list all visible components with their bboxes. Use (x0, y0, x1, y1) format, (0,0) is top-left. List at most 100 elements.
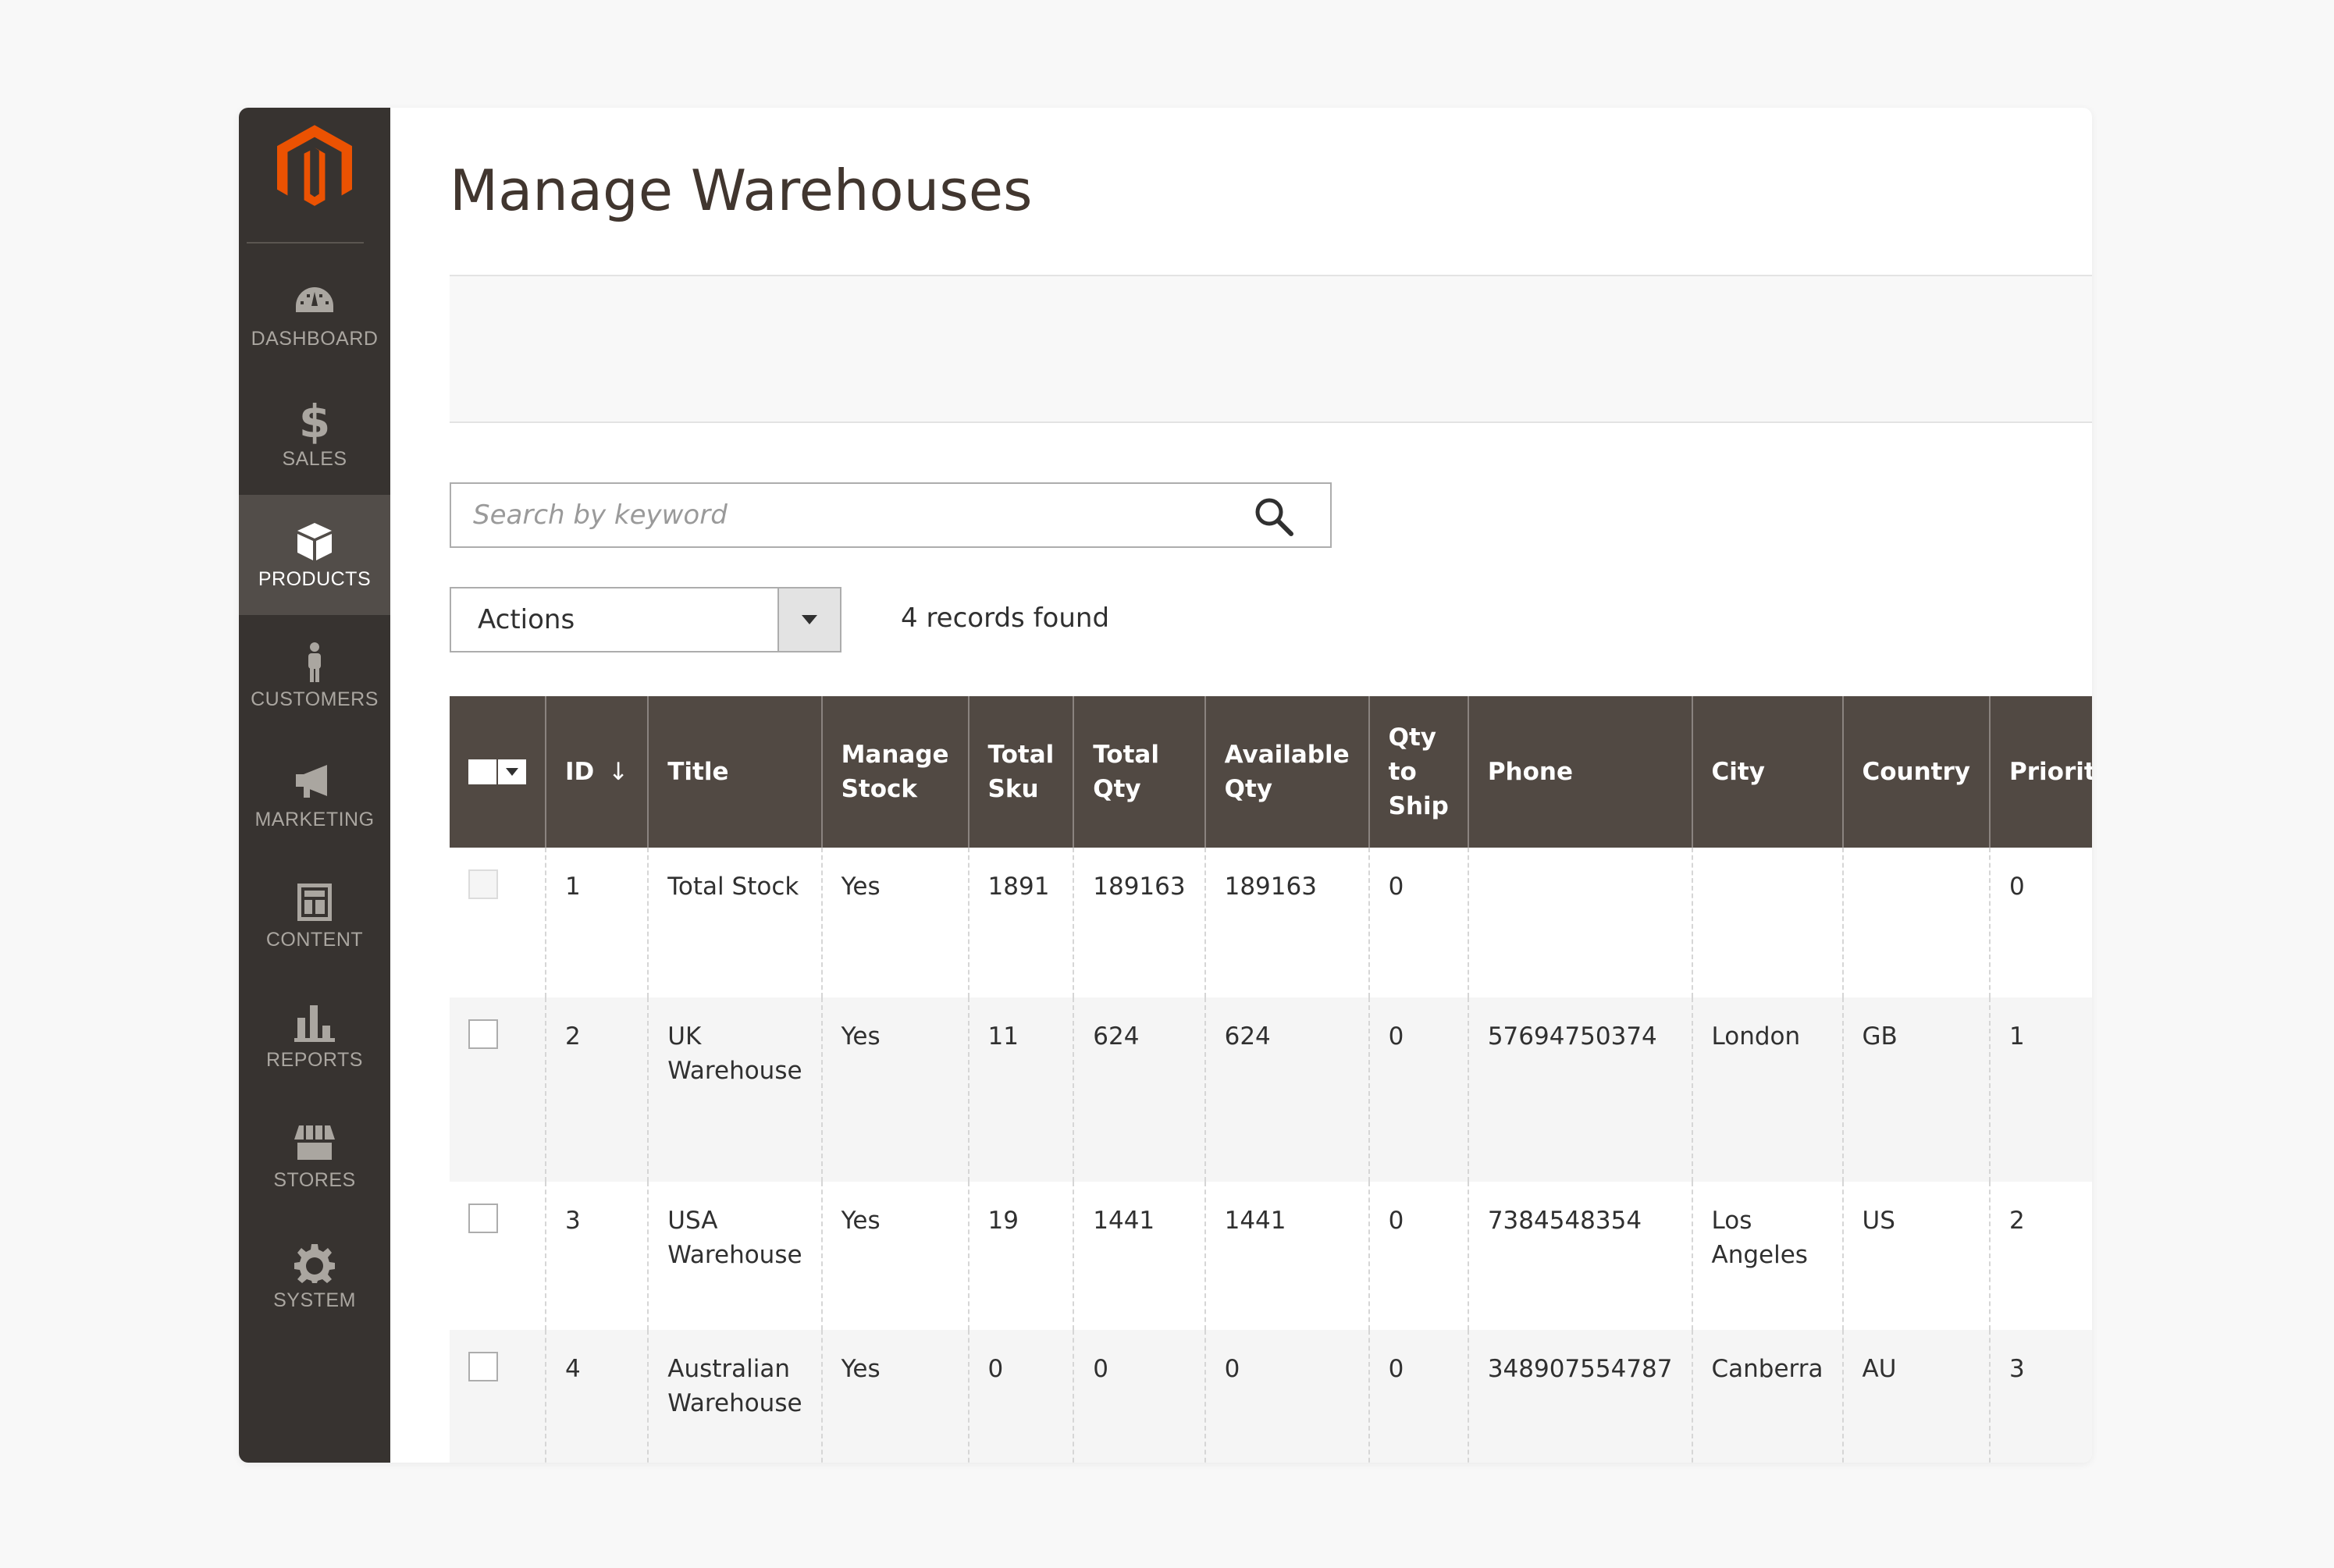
sidebar-item-label: STORES (273, 1168, 356, 1191)
dashboard-icon (291, 279, 338, 323)
table-row[interactable]: 1 Total Stock Yes 1891 189163 189163 0 0 (450, 848, 2092, 997)
gear-icon (291, 1241, 338, 1285)
cell-phone: 57694750374 (1467, 997, 1692, 1182)
column-header-city[interactable]: City (1691, 696, 1843, 848)
cell-total-sku: 1891 (967, 848, 1074, 997)
cell-title: UK Warehouse (647, 997, 822, 1182)
sidebar-item-content[interactable]: CONTENT (239, 855, 390, 976)
column-header-country[interactable]: Country (1841, 696, 1991, 848)
column-header-label: Qty to Ship (1388, 724, 1449, 820)
cell-total-qty: 624 (1073, 997, 1205, 1182)
column-header-label: ID (565, 758, 595, 786)
cell-total-qty: 189163 (1073, 848, 1205, 997)
row-select-cell (450, 997, 546, 1182)
cell-country: AU (1841, 1330, 1991, 1463)
cell-title: USA Warehouse (647, 1182, 822, 1330)
cell-id: 2 (544, 997, 649, 1182)
search-input[interactable] (473, 500, 1222, 531)
sidebar-item-label: CUSTOMERS (251, 688, 379, 710)
cell-phone (1467, 848, 1692, 997)
column-header-total-sku[interactable]: Total Sku (967, 696, 1074, 848)
column-header-qty-to-ship[interactable]: Qty to Ship (1368, 696, 1468, 848)
column-header-available-qty[interactable]: Available Qty (1204, 696, 1369, 848)
megaphone-icon (291, 760, 338, 804)
search-icon[interactable] (1252, 495, 1296, 539)
magento-logo-icon[interactable] (267, 120, 362, 214)
keyword-search (450, 482, 1332, 548)
chevron-down-icon (802, 615, 817, 624)
sidebar-item-label: REPORTS (266, 1048, 363, 1071)
table-row[interactable]: 3 USA Warehouse Yes 19 1441 1441 0 73845… (450, 1182, 2092, 1330)
sidebar-item-customers[interactable]: CUSTOMERS (239, 615, 390, 735)
actions-dropdown[interactable]: Actions (450, 587, 841, 652)
cell-available-qty: 0 (1204, 1330, 1369, 1463)
cell-city (1691, 848, 1843, 997)
column-header-phone[interactable]: Phone (1467, 696, 1692, 848)
box-icon (291, 520, 338, 564)
cell-available-qty: 189163 (1204, 848, 1369, 997)
cell-available-qty: 624 (1204, 997, 1369, 1182)
main-content: Manage Warehouses Actions 4 records foun… (390, 108, 2092, 1463)
sidebar-item-reports[interactable]: REPORTS (239, 976, 390, 1096)
cell-city: Canberra (1691, 1330, 1843, 1463)
cell-city: Los Angeles (1691, 1182, 1843, 1330)
person-icon (291, 640, 338, 684)
row-select-cell (450, 1182, 546, 1330)
cell-priority: 1 (1989, 997, 2092, 1182)
sidebar-item-stores[interactable]: STORES (239, 1096, 390, 1216)
sidebar-item-marketing[interactable]: MARKETING (239, 735, 390, 855)
column-header-total-qty[interactable]: Total Qty (1073, 696, 1205, 848)
cell-manage-stock: Yes (820, 1330, 969, 1463)
dollar-icon: $ (298, 394, 331, 448)
column-header-label: Total Qty (1093, 741, 1159, 803)
mass-select[interactable] (468, 759, 526, 784)
sidebar-item-label: DASHBOARD (251, 327, 379, 350)
sidebar-item-label: MARKETING (254, 808, 375, 830)
table-row[interactable]: 2 UK Warehouse Yes 11 624 624 0 57694750… (450, 997, 2092, 1182)
sidebar-item-dashboard[interactable]: DASHBOARD (239, 254, 390, 375)
column-header-mass-select[interactable] (450, 696, 546, 848)
cell-total-qty: 0 (1073, 1330, 1205, 1463)
column-header-label: Phone (1487, 758, 1574, 786)
sidebar-item-sales[interactable]: $ SALES (239, 375, 390, 495)
column-header-label: Available Qty (1224, 741, 1350, 803)
cell-qty-to-ship: 0 (1368, 1182, 1468, 1330)
cell-total-qty: 1441 (1073, 1182, 1205, 1330)
layout-icon (291, 880, 338, 924)
column-header-label: Title (667, 758, 729, 786)
column-header-manage-stock[interactable]: Manage Stock (820, 696, 969, 848)
column-header-priority[interactable]: Priority (1989, 696, 2092, 848)
actions-dropdown-label: Actions (478, 604, 575, 635)
row-checkbox[interactable] (468, 1352, 498, 1381)
bar-chart-icon (291, 1001, 338, 1044)
column-header-label: Manage Stock (841, 741, 949, 803)
cell-id: 3 (544, 1182, 649, 1330)
row-checkbox[interactable] (468, 1204, 498, 1233)
table-row[interactable]: 4 Australian Warehouse Yes 0 0 0 0 34890… (450, 1330, 2092, 1463)
records-found-count: 4 records found (901, 603, 1110, 634)
row-select-cell (450, 1330, 546, 1463)
cell-id: 4 (544, 1330, 649, 1463)
sidebar-item-label: SYSTEM (273, 1289, 356, 1311)
sidebar-item-system[interactable]: SYSTEM (239, 1216, 390, 1336)
column-header-title[interactable]: Title (647, 696, 822, 848)
cell-country (1841, 848, 1991, 997)
sidebar-item-label: PRODUCTS (258, 567, 372, 590)
cell-id: 1 (544, 848, 649, 997)
row-checkbox[interactable] (468, 869, 498, 899)
cell-available-qty: 1441 (1204, 1182, 1369, 1330)
cell-total-sku: 11 (967, 997, 1074, 1182)
mass-select-toggle[interactable] (498, 759, 526, 784)
column-header-label: Priority (2009, 758, 2092, 786)
page-title: Manage Warehouses (450, 158, 1033, 223)
cell-priority: 0 (1989, 848, 2092, 997)
cell-phone: 7384548354 (1467, 1182, 1692, 1330)
column-header-id[interactable]: ID ↓ (544, 696, 649, 848)
cell-priority: 2 (1989, 1182, 2092, 1330)
row-checkbox[interactable] (468, 1019, 498, 1049)
actions-dropdown-toggle[interactable] (777, 588, 840, 651)
sidebar-item-products[interactable]: PRODUCTS (239, 495, 390, 615)
page-actions-band (450, 275, 2092, 423)
storefront-icon (291, 1121, 338, 1164)
mass-select-checkbox[interactable] (468, 759, 496, 784)
